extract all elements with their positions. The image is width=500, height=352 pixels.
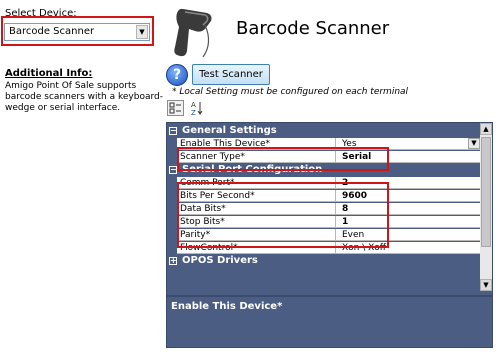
help-button[interactable]: ? (166, 64, 188, 86)
chevron-down-icon[interactable]: ▼ (136, 25, 148, 39)
scanner-type-highlight-box (177, 147, 389, 171)
serial-settings-highlight-box (177, 182, 389, 248)
barcode-scanner-icon (165, 3, 217, 60)
property-description: Enable This Device* (167, 295, 492, 347)
additional-info-text: Amigo Point Of Sale supports barcode sca… (5, 81, 163, 113)
scroll-down-icon[interactable]: ▼ (480, 279, 492, 291)
scrollbar-thumb[interactable] (481, 137, 491, 247)
device-select-value: Barcode Scanner (9, 26, 95, 37)
collapse-icon[interactable]: − (169, 127, 177, 135)
scroll-up-icon[interactable]: ▲ (480, 123, 492, 135)
categorized-icon[interactable] (167, 100, 184, 116)
svg-text:Z: Z (191, 109, 196, 116)
device-select[interactable]: Barcode Scanner ▼ (4, 23, 150, 41)
collapse-icon[interactable]: − (169, 166, 177, 174)
local-setting-note: * Local Setting must be configured on ea… (172, 87, 409, 97)
test-scanner-button[interactable]: Test Scanner (192, 64, 270, 85)
svg-text:A: A (191, 101, 196, 109)
category-opos-drivers[interactable]: + OPOS Drivers (167, 255, 481, 267)
chevron-down-icon[interactable]: ▼ (468, 138, 480, 149)
category-general-settings[interactable]: − General Settings (167, 125, 481, 137)
vertical-scrollbar[interactable]: ▲ ▼ (480, 123, 492, 291)
expand-icon[interactable]: + (169, 257, 177, 265)
sort-alphabetical-icon[interactable]: A Z (188, 100, 205, 117)
page-title: Barcode Scanner (236, 18, 390, 39)
additional-info-title: Additional Info: (5, 68, 93, 79)
